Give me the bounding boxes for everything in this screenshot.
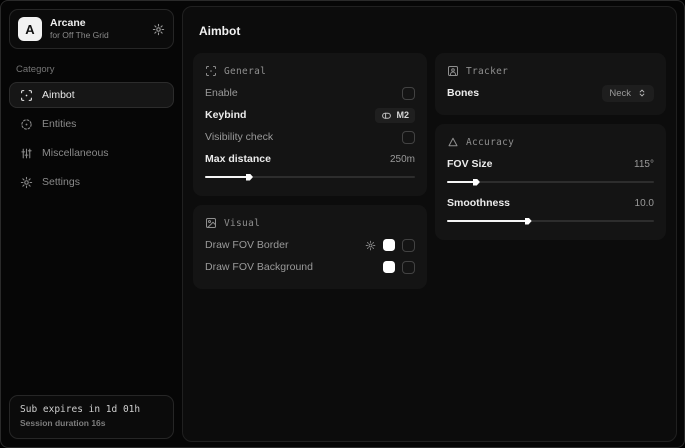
- fov-background-controls: [383, 261, 415, 274]
- visual-card-header: Visual: [205, 217, 415, 229]
- fov-size-slider[interactable]: [447, 178, 654, 186]
- card-header-label: Tracker: [466, 66, 508, 77]
- session-duration-text: Session duration 16s: [20, 417, 163, 430]
- image-icon: [205, 217, 217, 229]
- card-header-label: Visual: [224, 218, 260, 229]
- slider-fill: [447, 181, 474, 183]
- visibility-check-label: Visibility check: [205, 131, 273, 143]
- app-logo: A: [18, 17, 42, 41]
- sidebar-item-label: Entities: [42, 118, 76, 130]
- fov-border-color-swatch[interactable]: [383, 239, 395, 251]
- fov-size-label: FOV Size: [447, 158, 493, 170]
- sidebar: A Arcane for Off The Grid Category Aimbo…: [1, 1, 182, 447]
- smoothness-value: 10.0: [635, 198, 654, 209]
- fov-background-row: Draw FOV Background: [205, 256, 415, 278]
- sub-expires-text: Sub expires in 1d 01h: [20, 403, 163, 417]
- max-distance-row: Max distance 250m: [205, 148, 415, 170]
- slider-thumb[interactable]: [473, 179, 480, 186]
- subscription-card: Sub expires in 1d 01h Session duration 1…: [9, 395, 174, 439]
- gear-icon[interactable]: [365, 240, 376, 251]
- bones-select[interactable]: Neck: [602, 85, 654, 102]
- tracker-card: Tracker Bones Neck: [435, 53, 666, 115]
- accuracy-card-header: Accuracy: [447, 136, 654, 148]
- mouse-icon: [381, 110, 392, 121]
- page-title: Aimbot: [199, 24, 660, 38]
- visibility-check-row: Visibility check: [205, 126, 415, 148]
- fov-background-label: Draw FOV Background: [205, 261, 313, 273]
- slider-fill: [447, 220, 526, 222]
- sidebar-item-label: Settings: [42, 176, 80, 188]
- sidebar-item-settings[interactable]: Settings: [9, 169, 174, 195]
- sidebar-nav: Aimbot Entities Miscellaneous Settings: [9, 82, 174, 195]
- slider-fill: [205, 176, 247, 178]
- gear-icon: [20, 176, 33, 189]
- card-header-label: General: [224, 66, 266, 77]
- sidebar-item-miscellaneous[interactable]: Miscellaneous: [9, 140, 174, 166]
- keybind-row: Keybind M2: [205, 104, 415, 126]
- keybind-value: M2: [396, 110, 409, 120]
- triangle-icon: [447, 136, 459, 148]
- crosshair-icon: [20, 89, 33, 102]
- sidebar-item-label: Aimbot: [42, 89, 75, 101]
- smoothness-label: Smoothness: [447, 197, 510, 209]
- fov-border-controls: [365, 239, 415, 252]
- tracker-card-header: Tracker: [447, 65, 654, 77]
- bones-row: Bones Neck: [447, 82, 654, 104]
- fov-size-value: 115°: [634, 159, 654, 170]
- chevrons-up-down-icon: [637, 88, 647, 98]
- enable-row: Enable: [205, 82, 415, 104]
- max-distance-label: Max distance: [205, 153, 271, 165]
- radar-icon: [20, 118, 33, 131]
- person-frame-icon: [447, 65, 459, 77]
- gear-icon[interactable]: [152, 23, 165, 36]
- main-panel: Aimbot General Enable: [182, 6, 677, 442]
- card-header-label: Accuracy: [466, 137, 514, 148]
- sidebar-item-label: Miscellaneous: [42, 147, 109, 159]
- general-card-header: General: [205, 65, 415, 77]
- general-card: General Enable Keybind M2: [193, 53, 427, 196]
- fov-border-label: Draw FOV Border: [205, 239, 288, 251]
- smoothness-slider[interactable]: [447, 217, 654, 225]
- keybind-label: Keybind: [205, 109, 246, 121]
- right-column: Tracker Bones Neck: [435, 53, 666, 240]
- smoothness-row: Smoothness 10.0: [447, 192, 654, 214]
- fov-size-row: FOV Size 115°: [447, 153, 654, 175]
- fov-border-row: Draw FOV Border: [205, 234, 415, 256]
- fov-border-checkbox[interactable]: [402, 239, 415, 252]
- app-title: Arcane: [50, 17, 144, 30]
- left-column: General Enable Keybind M2: [193, 53, 427, 289]
- sidebar-item-entities[interactable]: Entities: [9, 111, 174, 137]
- visual-card: Visual Draw FOV Border Draw: [193, 205, 427, 289]
- accuracy-card: Accuracy FOV Size 115° Smoothness: [435, 124, 666, 240]
- slider-thumb[interactable]: [525, 218, 532, 225]
- slider-thumb[interactable]: [246, 174, 253, 181]
- app-header-card: A Arcane for Off The Grid: [9, 9, 174, 49]
- crosshair-icon: [205, 65, 217, 77]
- category-label: Category: [16, 64, 167, 75]
- enable-checkbox[interactable]: [402, 87, 415, 100]
- max-distance-value: 250m: [390, 154, 415, 165]
- fov-background-checkbox[interactable]: [402, 261, 415, 274]
- max-distance-slider[interactable]: [205, 173, 415, 181]
- sidebar-item-aimbot[interactable]: Aimbot: [9, 82, 174, 108]
- sliders-icon: [20, 147, 33, 160]
- keybind-button[interactable]: M2: [375, 108, 415, 123]
- visibility-check-checkbox[interactable]: [402, 131, 415, 144]
- bones-label: Bones: [447, 87, 479, 99]
- app-window: A Arcane for Off The Grid Category Aimbo…: [0, 0, 685, 448]
- app-meta: Arcane for Off The Grid: [50, 17, 144, 41]
- bones-selected-value: Neck: [609, 88, 631, 99]
- app-subtitle: for Off The Grid: [50, 30, 144, 41]
- fov-background-color-swatch[interactable]: [383, 261, 395, 273]
- enable-label: Enable: [205, 87, 238, 99]
